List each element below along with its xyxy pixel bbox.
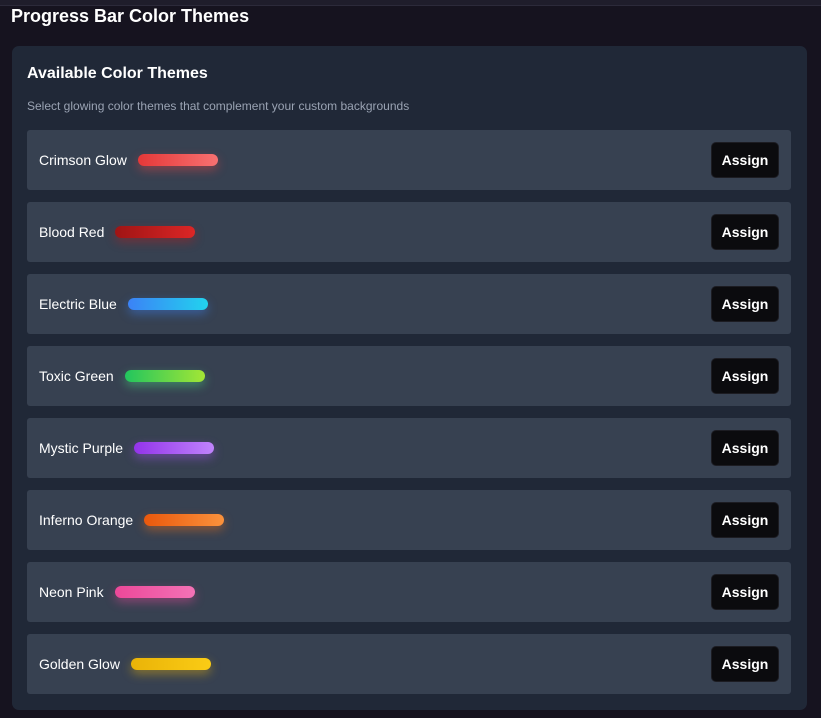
- theme-swatch-neon-pink: [114, 586, 195, 598]
- theme-swatch-mystic-purple: [134, 442, 215, 454]
- assign-button-golden-glow[interactable]: Assign: [711, 646, 779, 682]
- assign-button-neon-pink[interactable]: Assign: [711, 574, 779, 610]
- assign-button-mystic-purple[interactable]: Assign: [711, 430, 779, 466]
- page-title: Progress Bar Color Themes: [11, 6, 250, 26]
- theme-name: Electric Blue: [39, 296, 117, 312]
- assign-button-crimson-glow[interactable]: Assign: [711, 142, 779, 178]
- theme-swatch-blood-red: [115, 226, 196, 238]
- theme-swatch-crimson-glow: [137, 154, 218, 166]
- theme-row-neon-pink: Neon Pink Assign: [27, 562, 791, 622]
- theme-row-crimson-glow: Crimson Glow Assign: [27, 130, 791, 190]
- theme-row-electric-blue: Electric Blue Assign: [27, 274, 791, 334]
- theme-row-inferno-orange: Inferno Orange Assign: [27, 490, 791, 550]
- theme-swatch-inferno-orange: [144, 514, 225, 526]
- color-themes-card: Available Color Themes Select glowing co…: [12, 46, 807, 710]
- theme-name: Mystic Purple: [39, 440, 124, 456]
- theme-row-toxic-green: Toxic Green Assign: [27, 346, 791, 406]
- theme-name: Blood Red: [39, 224, 105, 240]
- theme-name: Toxic Green: [39, 368, 114, 384]
- theme-swatch-electric-blue: [127, 298, 208, 310]
- theme-swatch-toxic-green: [124, 370, 205, 382]
- theme-row-golden-glow: Golden Glow Assign: [27, 634, 791, 694]
- theme-name: Inferno Orange: [39, 512, 134, 528]
- assign-button-blood-red[interactable]: Assign: [711, 214, 779, 250]
- theme-name: Golden Glow: [39, 656, 120, 672]
- theme-row-blood-red: Blood Red Assign: [27, 202, 791, 262]
- assign-button-electric-blue[interactable]: Assign: [711, 286, 779, 322]
- card-title: Available Color Themes: [27, 65, 208, 82]
- theme-swatch-golden-glow: [130, 658, 211, 670]
- card-subtitle: Select glowing color themes that complem…: [27, 99, 410, 113]
- theme-name: Neon Pink: [39, 584, 104, 600]
- assign-button-toxic-green[interactable]: Assign: [711, 358, 779, 394]
- assign-button-inferno-orange[interactable]: Assign: [711, 502, 779, 538]
- theme-row-mystic-purple: Mystic Purple Assign: [27, 418, 791, 478]
- theme-list: Crimson Glow Assign Blood Red Assign Ele…: [27, 130, 791, 706]
- theme-name: Crimson Glow: [39, 152, 127, 168]
